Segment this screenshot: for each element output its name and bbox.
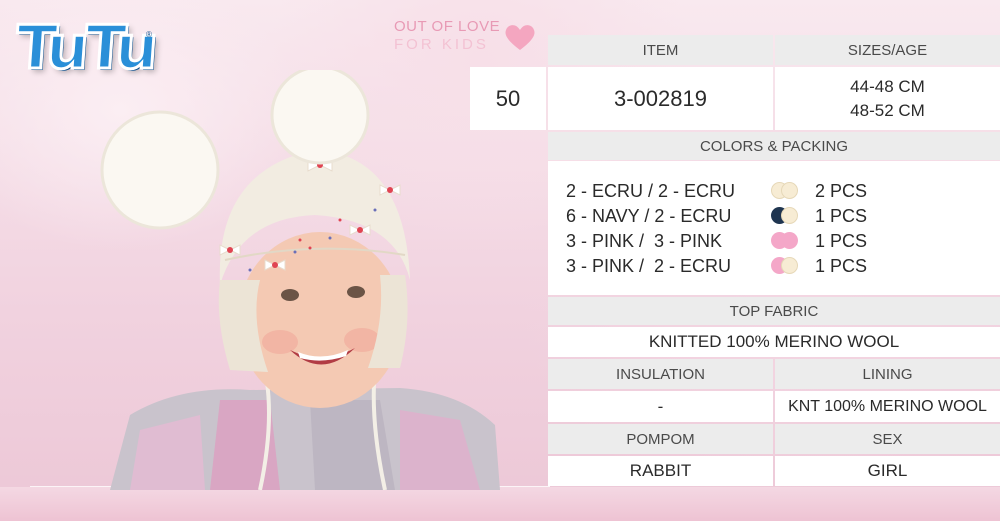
- color-row: 2 - ECRU / 2 - ECRU 2 PCS: [566, 179, 867, 203]
- item-code: 3-002819: [548, 67, 773, 130]
- pompom-header: POMPOM: [548, 424, 773, 454]
- color-label: 2 - ECRU / 2 - ECRU: [566, 180, 736, 201]
- colors-list: 2 - ECRU / 2 - ECRU 2 PCS 6 - NAVY / 2 -…: [548, 161, 1000, 295]
- insulation-header: INSULATION: [548, 359, 773, 389]
- lining-value: KNT 100% MERINO WOOL: [775, 391, 1000, 422]
- pcs-count: 1 PCS: [815, 255, 868, 276]
- swatch-2: [781, 182, 798, 199]
- size-1: 44-48 CM: [850, 76, 925, 96]
- pcs-count: 1 PCS: [815, 205, 868, 226]
- slogan-line-2: FOR KIDS: [394, 36, 489, 53]
- colors-header: COLORS & PACKING: [548, 132, 1000, 160]
- color-swatches: [771, 256, 815, 276]
- slogan-line-1: OUT OF LOVE: [394, 18, 501, 35]
- color-swatches: [771, 181, 815, 201]
- insulation-value: -: [548, 391, 773, 422]
- size-2: 48-52 CM: [850, 100, 925, 120]
- top-fabric-header: TOP FABRIC: [548, 297, 1000, 325]
- pcs-count: 1 PCS: [815, 230, 868, 251]
- bottom-strip: [0, 487, 1000, 521]
- color-swatches: [771, 231, 815, 251]
- color-label: 3 - PINK / 3 - PINK: [566, 230, 723, 251]
- swatch-2: [781, 232, 798, 249]
- brand-logo: TuTu: [12, 12, 158, 85]
- swatch-2: [781, 207, 798, 224]
- pcs-count: 2 PCS: [815, 180, 868, 201]
- pompom-value: RABBIT: [548, 456, 773, 486]
- color-label: 6 - NAVY / 2 - ECRU: [566, 205, 732, 226]
- sizes-values: 44-48 CM 48-52 CM: [775, 67, 1000, 130]
- color-row: 3 - PINK / 2 - ECRU 1 PCS: [566, 254, 867, 278]
- color-label: 3 - PINK / 2 - ECRU: [566, 255, 732, 276]
- sex-header: SEX: [775, 424, 1000, 454]
- registered-mark: ®: [146, 30, 152, 39]
- color-swatches: [771, 206, 815, 226]
- sex-value: GIRL: [775, 456, 1000, 486]
- slogan: OUT OF LOVE FOR KIDS: [394, 18, 500, 53]
- child-photo: [100, 70, 500, 490]
- top-fabric-value: KNITTED 100% MERINO WOOL: [548, 327, 1000, 357]
- item-number: 50: [470, 67, 546, 130]
- color-row: 3 - PINK / 3 - PINK 1 PCS: [566, 229, 867, 253]
- item-header: ITEM: [548, 35, 773, 65]
- color-row: 6 - NAVY / 2 - ECRU 1 PCS: [566, 204, 867, 228]
- sizes-header: SIZES/AGE: [775, 35, 1000, 65]
- swatch-2: [781, 257, 798, 274]
- lining-header: LINING: [775, 359, 1000, 389]
- heart-icon: [505, 25, 535, 50]
